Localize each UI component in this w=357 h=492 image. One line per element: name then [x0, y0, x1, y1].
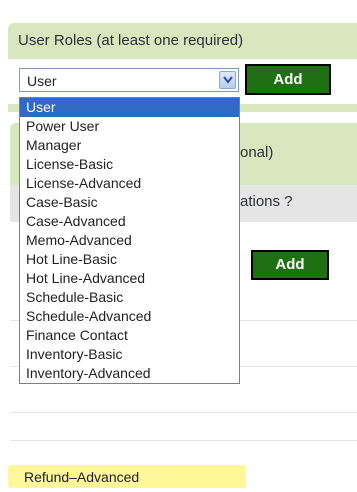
dropdown-option[interactable]: Memo-Advanced — [20, 231, 239, 250]
dropdown-option[interactable]: Inventory-Advanced — [20, 364, 239, 383]
question-label: ations ? — [240, 193, 293, 210]
dropdown-option[interactable]: Case-Basic — [20, 193, 239, 212]
dropdown-option[interactable]: User — [20, 98, 239, 117]
dropdown-option[interactable]: License-Basic — [20, 155, 239, 174]
dropdown-option[interactable]: Schedule-Advanced — [20, 307, 239, 326]
dropdown-option[interactable]: Power User — [20, 117, 239, 136]
dropdown-option[interactable]: Finance Contact — [20, 326, 239, 345]
dropdown-option[interactable]: Manager — [20, 136, 239, 155]
dropdown-option[interactable]: Inventory-Basic — [20, 345, 239, 364]
chevron-down-icon[interactable] — [219, 71, 236, 89]
dropdown-option-refund-advanced[interactable]: Refund–Advanced — [24, 468, 139, 487]
dropdown-option[interactable]: License-Advanced — [20, 174, 239, 193]
dropdown-option[interactable]: Schedule-Basic — [20, 288, 239, 307]
user-role-dropdown-list: User Power User Manager License-Basic Licens… — [19, 97, 240, 384]
optional-section-label: onal) — [240, 144, 274, 161]
user-role-select-value: User — [27, 73, 57, 89]
background-row-divider — [10, 440, 357, 441]
dropdown-option[interactable]: Hot Line-Basic — [20, 250, 239, 269]
dropdown-option[interactable]: Hot Line-Advanced — [20, 269, 239, 288]
dropdown-option[interactable]: Case-Advanced — [20, 212, 239, 231]
add-secondary-button[interactable]: Add — [251, 250, 329, 280]
user-role-select[interactable]: User — [19, 68, 239, 92]
add-role-button[interactable]: Add — [245, 64, 331, 95]
background-row-divider — [10, 412, 357, 413]
user-roles-title: User Roles (at least one required) — [18, 32, 244, 49]
